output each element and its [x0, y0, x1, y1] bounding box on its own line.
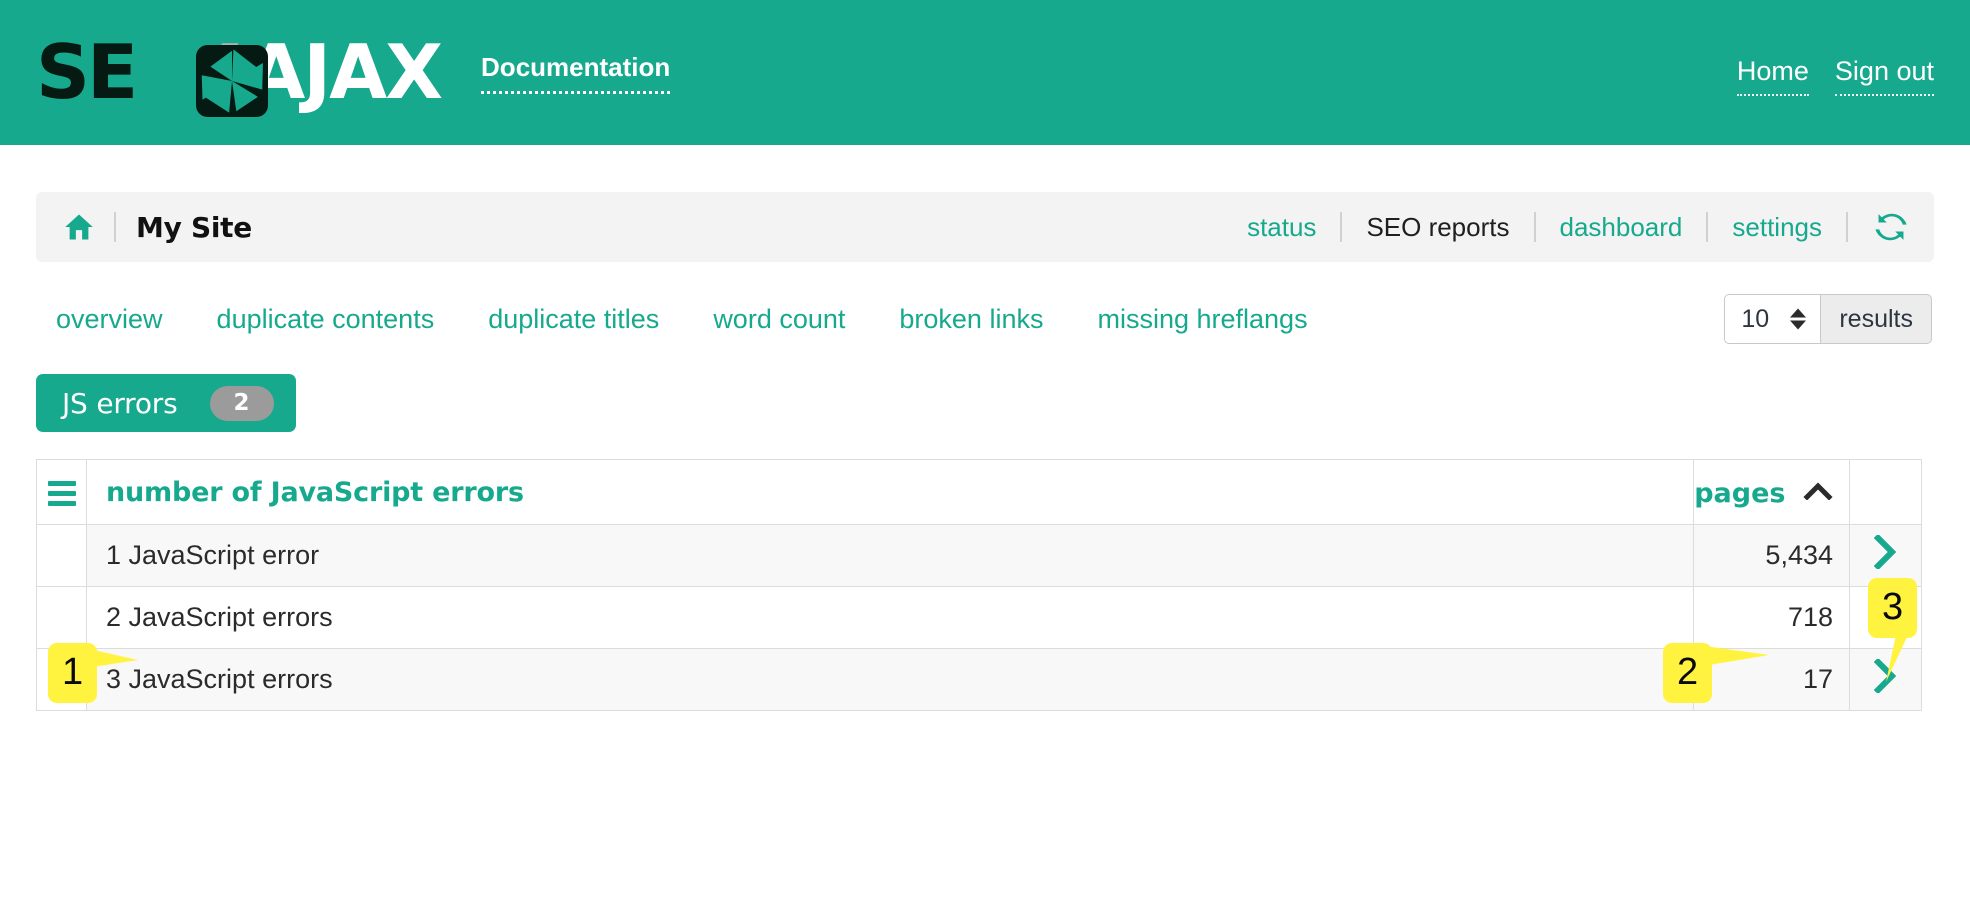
row-detail-cell [1850, 649, 1922, 711]
site-nav-status[interactable]: status [1247, 212, 1316, 243]
row-pages-count: 17 [1694, 649, 1850, 711]
table-head: number of JavaScript errors pages [37, 460, 1922, 525]
header-user-links: Home Sign out [1737, 56, 1934, 96]
table-row[interactable]: 3 JavaScript errors 17 [37, 649, 1922, 711]
tab-duplicate-contents[interactable]: duplicate contents [190, 304, 462, 335]
site-nav: status SEO reports dashboard settings [1247, 210, 1908, 244]
site-nav-dashboard[interactable]: dashboard [1560, 212, 1683, 243]
column-header-pages[interactable]: pages [1694, 460, 1850, 525]
sort-ascending-icon [1803, 476, 1833, 507]
nav-divider [1846, 212, 1848, 242]
logo[interactable]: SE O 4 AJAX [36, 33, 441, 113]
report-table: number of JavaScript errors pages [36, 459, 1922, 711]
home-link[interactable]: Home [1737, 56, 1809, 96]
table-row[interactable]: 2 JavaScript errors 718 [37, 587, 1922, 649]
logo-seo-text: SE [36, 35, 135, 110]
row-label: 2 JavaScript errors [87, 587, 1694, 649]
home-icon[interactable] [64, 213, 94, 241]
row-handle-cell [37, 587, 87, 649]
row-label: 1 JavaScript error [87, 525, 1694, 587]
table-body: 1 JavaScript error 5,434 2 JavaScript er… [37, 525, 1922, 711]
tab-overview[interactable]: overview [36, 304, 190, 335]
site-bar: My Site status SEO reports dashboard set… [36, 192, 1934, 262]
results-control: results [1724, 294, 1932, 344]
chevron-right-icon[interactable] [1874, 659, 1898, 693]
report-table-wrap: number of JavaScript errors pages [36, 459, 1934, 711]
results-count-stepper[interactable] [1790, 309, 1806, 330]
row-detail-cell [1850, 525, 1922, 587]
row-detail-cell [1850, 587, 1922, 649]
tab-missing-hreflangs[interactable]: missing hreflangs [1070, 304, 1334, 335]
column-header-errors[interactable]: number of JavaScript errors [87, 460, 1694, 525]
refresh-icon[interactable] [1874, 210, 1908, 244]
column-handle[interactable] [37, 460, 87, 525]
chevron-right-icon[interactable] [1874, 535, 1898, 569]
row-handle-cell [37, 649, 87, 711]
sign-out-link[interactable]: Sign out [1835, 56, 1934, 96]
stepper-down-icon[interactable] [1790, 321, 1806, 330]
row-handle-cell [37, 525, 87, 587]
report-tabs-row: overview duplicate contents duplicate ti… [36, 290, 1934, 348]
stepper-up-icon[interactable] [1790, 309, 1806, 318]
aperture-icon [196, 45, 268, 117]
report-tabs: overview duplicate contents duplicate ti… [36, 304, 1335, 335]
table-header-row: number of JavaScript errors pages [37, 460, 1922, 525]
js-errors-filter-button[interactable]: JS errors 2 [36, 374, 296, 432]
js-errors-label: JS errors [62, 387, 178, 420]
nav-divider [1340, 212, 1342, 242]
row-pages-count: 5,434 [1694, 525, 1850, 587]
results-count-wrap [1724, 294, 1820, 344]
column-header-pages-label: pages [1694, 478, 1785, 509]
breadcrumb-divider [114, 212, 116, 242]
js-errors-count-badge: 2 [210, 386, 274, 421]
site-header: SE O 4 AJAX Documentation Home Sign out [0, 0, 1970, 145]
row-label: 3 JavaScript errors [87, 649, 1694, 711]
filter-row: JS errors 2 [36, 374, 1934, 432]
chevron-right-icon[interactable] [1874, 597, 1898, 631]
column-header-detail [1850, 460, 1922, 525]
hamburger-icon[interactable] [48, 481, 76, 506]
page-content: My Site status SEO reports dashboard set… [0, 192, 1970, 711]
logo-ajax-text: AJAX [247, 35, 441, 110]
site-nav-seo-reports[interactable]: SEO reports [1366, 212, 1509, 243]
nav-divider [1534, 212, 1536, 242]
documentation-link[interactable]: Documentation [481, 52, 670, 94]
table-row[interactable]: 1 JavaScript error 5,434 [37, 525, 1922, 587]
tab-broken-links[interactable]: broken links [872, 304, 1070, 335]
row-pages-count: 718 [1694, 587, 1850, 649]
tab-word-count[interactable]: word count [686, 304, 872, 335]
page-title: My Site [136, 211, 252, 244]
tab-duplicate-titles[interactable]: duplicate titles [461, 304, 686, 335]
nav-divider [1706, 212, 1708, 242]
site-nav-settings[interactable]: settings [1732, 212, 1822, 243]
results-button[interactable]: results [1820, 294, 1932, 344]
